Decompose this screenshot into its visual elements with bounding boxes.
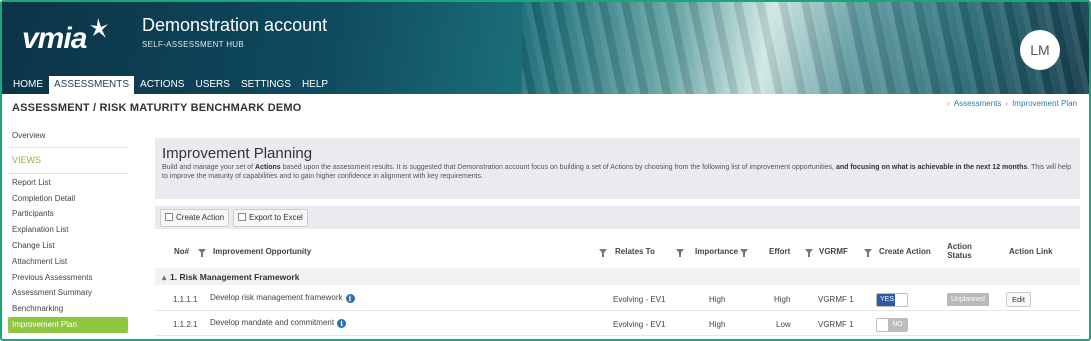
sidebar-item-benchmarking[interactable]: Benchmarking (8, 301, 128, 317)
filter-icon[interactable] (676, 247, 684, 257)
logo-star-icon (90, 18, 108, 38)
sidebar-item-participants[interactable]: Participants (8, 206, 128, 222)
nav-settings[interactable]: SETTINGS (236, 76, 296, 94)
row-effort: Low (776, 320, 791, 329)
sidebar-item-overview[interactable]: Overview (8, 128, 128, 144)
row-opportunity: Develop mandate and commitment i (210, 318, 347, 328)
main-nav: HOME ASSESSMENTS ACTIONS USERS SETTINGS … (8, 76, 334, 94)
export-icon (238, 213, 246, 221)
filter-icon[interactable] (864, 247, 872, 257)
breadcrumb-chevron-icon: › (947, 99, 950, 108)
sidebar-item-improvement-plan[interactable]: Improvement Plan (8, 316, 128, 333)
app-frame: vmia Demonstration account SELF-ASSESSME… (0, 0, 1091, 341)
group-row[interactable]: ▴ 1. Risk Management Framework (155, 268, 1080, 285)
create-action-icon (165, 213, 173, 221)
main-content: Improvement Planning Build and manage yo… (155, 138, 1080, 339)
col-header-opportunity[interactable]: Improvement Opportunity (213, 247, 311, 256)
col-header-vgrmf[interactable]: VGRMF (819, 247, 848, 256)
row-effort: High (774, 295, 791, 304)
table-row: 1.1.1.1 Develop risk management framewor… (155, 287, 1080, 311)
table-header: No# Improvement Opportunity Relates To I… (155, 238, 1080, 266)
vmia-logo[interactable]: vmia (22, 22, 87, 56)
row-importance: High (709, 295, 726, 304)
sidebar-item-previous-assessments[interactable]: Previous Assessments (8, 270, 128, 286)
breadcrumb-chevron-icon: › (1005, 99, 1009, 108)
filter-icon[interactable] (599, 247, 607, 257)
sidebar-item-completion-detail[interactable]: Completion Detail (8, 191, 128, 207)
col-header-action-link[interactable]: Action Link (1009, 247, 1053, 256)
header-banner: vmia Demonstration account SELF-ASSESSME… (2, 2, 1089, 94)
sidebar-views-heading: VIEWS (12, 154, 42, 165)
breadcrumb-improvement-plan[interactable]: Improvement Plan (1012, 99, 1077, 108)
status-badge: Unplanned (947, 293, 989, 306)
col-header-action-status[interactable]: Action Status (947, 242, 972, 260)
row-relates-to: Evolving - EV1 (613, 295, 666, 304)
table-row: 1.1.2.1 Develop mandate and commitment i … (155, 312, 1080, 336)
export-excel-button[interactable]: Export to Excel (233, 209, 308, 227)
col-header-importance[interactable]: Importance (695, 247, 738, 256)
account-subtitle: SELF-ASSESSMENT HUB (142, 40, 245, 49)
banner-background-image (522, 2, 1089, 94)
sidebar-divider (8, 146, 128, 148)
col-header-create-action[interactable]: Create Action (879, 247, 931, 256)
nav-help[interactable]: HELP (297, 76, 333, 94)
intro-text: Build and manage your set of Actions bas… (162, 164, 1072, 180)
sidebar: Overview VIEWS Report List Completion De… (8, 128, 128, 333)
action-toolbar: Create Action Export to Excel (155, 206, 1080, 229)
info-icon[interactable]: i (345, 294, 355, 303)
row-number: 1.1.2.1 (173, 320, 198, 329)
account-title: Demonstration account (142, 15, 328, 35)
col-header-relates-to[interactable]: Relates To (615, 247, 655, 256)
col-header-effort[interactable]: Effort (769, 247, 790, 256)
nav-users[interactable]: USERS (190, 76, 234, 94)
create-action-toggle[interactable]: NO (876, 318, 908, 332)
row-relates-to: Evolving - EV1 (613, 320, 666, 329)
nav-assessments[interactable]: ASSESSMENTS (49, 76, 135, 94)
row-vgrmf: VGRMF 1 (818, 320, 854, 329)
row-number: 1.1.1.1 (173, 295, 198, 304)
intro-panel: Improvement Planning Build and manage yo… (155, 138, 1080, 199)
sidebar-item-attachment-list[interactable]: Attachment List (8, 254, 128, 270)
group-label: 1. Risk Management Framework (170, 272, 300, 282)
create-action-button[interactable]: Create Action (160, 209, 230, 227)
filter-icon[interactable] (198, 247, 206, 257)
edit-button[interactable]: Edit (1006, 292, 1031, 307)
filter-icon[interactable] (740, 247, 748, 257)
nav-actions[interactable]: ACTIONS (135, 76, 189, 94)
row-importance: High (709, 320, 726, 329)
nav-home[interactable]: HOME (8, 76, 48, 94)
collapse-triangle-icon[interactable]: ▴ (162, 272, 166, 283)
sidebar-item-assessment-summary[interactable]: Assessment Summary (8, 285, 128, 301)
row-opportunity: Develop risk management framework i (210, 293, 355, 303)
page-title: ASSESSMENT / RISK MATURITY BENCHMARK DEM… (12, 102, 302, 114)
sidebar-item-report-list[interactable]: Report List (8, 175, 128, 191)
sidebar-item-change-list[interactable]: Change List (8, 238, 128, 254)
breadcrumb-assessments[interactable]: Assessments (954, 99, 1002, 108)
user-avatar[interactable]: LM (1020, 30, 1060, 70)
filter-icon[interactable] (805, 247, 813, 257)
create-action-toggle[interactable]: YES (876, 293, 908, 307)
section-heading: Improvement Planning (162, 145, 313, 162)
sidebar-item-explanation-list[interactable]: Explanation List (8, 222, 128, 238)
row-vgrmf: VGRMF 1 (818, 295, 854, 304)
col-header-no[interactable]: No# (174, 247, 189, 256)
breadcrumb: › Assessments › Improvement Plan (943, 99, 1077, 108)
info-icon[interactable]: i (337, 319, 347, 328)
